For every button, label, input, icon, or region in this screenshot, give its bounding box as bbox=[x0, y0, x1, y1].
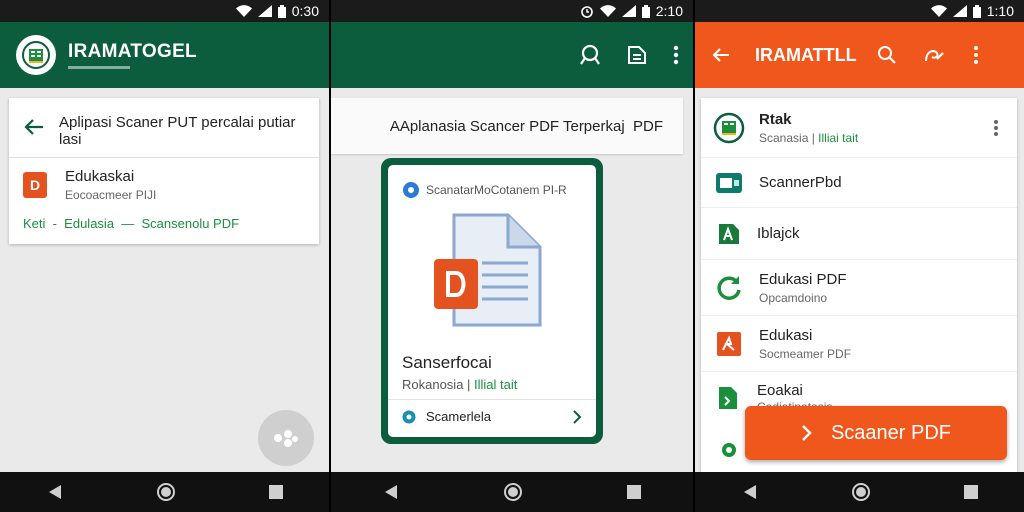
settings-gear-icon bbox=[722, 443, 736, 457]
screen-3: 1:10 IRAMATTLL Rtak Scanasia | Illiai ta… bbox=[695, 0, 1024, 512]
search-result-bar[interactable]: AAplanasia Scancer PDF Terperkaj PDF bbox=[331, 98, 683, 154]
signal-icon bbox=[621, 5, 636, 17]
chevron-right-icon bbox=[573, 409, 582, 424]
sheet-icon bbox=[719, 223, 739, 244]
list-item[interactable]: Rtak Scanasia | Illiai tait bbox=[701, 98, 1017, 158]
wifi-icon bbox=[930, 5, 947, 17]
document-icon[interactable] bbox=[627, 45, 647, 65]
scanner-pdf-button[interactable]: Scaaner PDF bbox=[745, 406, 1007, 460]
book-logo-icon bbox=[713, 112, 745, 143]
status-time: 0:30 bbox=[291, 3, 319, 19]
status-time: 2:10 bbox=[655, 3, 683, 19]
screen-1: 0:30 IRAMATOGEL Aplipasi Scaner PUT perc… bbox=[0, 0, 329, 512]
refresh-icon bbox=[717, 275, 741, 300]
list-item[interactable]: ScannerPbd bbox=[701, 158, 1017, 208]
doc-action-label: Scamerlela bbox=[426, 409, 492, 424]
signal-icon bbox=[257, 5, 272, 17]
tag-row[interactable]: Keti - Edulasia — Scansenolu PDF bbox=[9, 212, 319, 235]
app-bar: IRAMATOGEL bbox=[0, 22, 329, 88]
item-title: Edukaskai bbox=[65, 168, 135, 185]
inner-header: ScanatarMoCotanem PI-R bbox=[426, 183, 567, 197]
scan-action-icon bbox=[402, 410, 416, 423]
wifi-icon bbox=[235, 5, 252, 17]
home-nav-icon[interactable] bbox=[503, 482, 523, 502]
book-logo-icon bbox=[22, 41, 50, 69]
edit-icon[interactable] bbox=[923, 45, 945, 65]
item-subtitle-tag: Illiai tait bbox=[818, 130, 859, 145]
search-icon[interactable] bbox=[877, 45, 897, 65]
card-title: Aplipasi Scaner PUT percalai putiar lasi bbox=[59, 114, 296, 148]
signal-icon bbox=[952, 5, 967, 17]
document-preview-frame[interactable]: ScanatarMoCotanem PI-R Sanserfocai Rokan… bbox=[381, 158, 603, 444]
status-bar: 2:10 bbox=[331, 0, 693, 22]
battery-icon bbox=[641, 4, 650, 18]
status-bar: 0:30 bbox=[0, 0, 329, 22]
battery-icon bbox=[277, 4, 286, 18]
back-nav-icon[interactable] bbox=[742, 484, 758, 500]
doc-title: Sanserfocai bbox=[402, 353, 492, 372]
list-item[interactable]: Iblajck bbox=[701, 208, 1017, 260]
scanner-icon bbox=[716, 172, 742, 193]
floating-action-button[interactable] bbox=[258, 410, 314, 466]
status-bar: 1:10 bbox=[695, 0, 1024, 22]
back-arrow-icon[interactable] bbox=[23, 116, 45, 138]
app-bar: IRAMATTLL bbox=[695, 22, 1024, 88]
app-title: IRAMATOGEL bbox=[68, 41, 197, 62]
share-icon bbox=[274, 430, 298, 447]
app-logo bbox=[16, 35, 56, 75]
list-item[interactable]: Edukasi Socmeamer PDF bbox=[701, 316, 1017, 372]
item-subtitle: Opcamdoino bbox=[759, 290, 828, 305]
scanner-badge-icon bbox=[403, 182, 419, 198]
result-card: Aplipasi Scaner PUT percalai putiar lasi… bbox=[9, 98, 319, 244]
item-subtitle: Socmeamer PDF bbox=[759, 346, 852, 361]
item-overflow-icon[interactable] bbox=[993, 119, 999, 137]
nav-bar bbox=[0, 472, 329, 512]
item-title: Iblajck bbox=[757, 225, 800, 242]
back-arrow-icon[interactable] bbox=[711, 45, 731, 65]
screen-2: 2:10 AAplanasia Scancer PDF Terperkaj PD… bbox=[331, 0, 693, 512]
back-nav-icon[interactable] bbox=[383, 484, 399, 500]
home-nav-icon[interactable] bbox=[851, 482, 871, 502]
item-title: Edukasi bbox=[759, 326, 813, 344]
list-item[interactable]: Edukasi PDF Opcamdoino bbox=[701, 260, 1017, 316]
nav-bar bbox=[331, 472, 693, 512]
alarm-icon bbox=[580, 6, 593, 18]
chevron-right-icon bbox=[802, 425, 812, 441]
search-result-label: AAplanasia Scancer PDF Terperkaj PDF bbox=[389, 117, 663, 135]
home-nav-icon[interactable] bbox=[156, 482, 176, 502]
app-bar bbox=[331, 22, 693, 88]
status-time: 1:10 bbox=[986, 3, 1014, 19]
item-title: Eoakai bbox=[757, 382, 803, 399]
doc-subtitle-tag: Illial tait bbox=[474, 377, 518, 392]
item-title: Rtak bbox=[759, 110, 792, 128]
scanner-pdf-button-label: Scaaner PDF bbox=[830, 421, 952, 444]
pdf-file-icon bbox=[717, 331, 741, 356]
overflow-menu-icon[interactable] bbox=[973, 45, 979, 65]
recents-nav-icon[interactable] bbox=[268, 485, 283, 499]
back-nav-icon[interactable] bbox=[47, 484, 63, 500]
wifi-icon bbox=[599, 5, 616, 17]
battery-icon bbox=[972, 4, 981, 18]
pdf-file-icon: D bbox=[23, 172, 47, 198]
item-title: ScannerPbd bbox=[759, 174, 842, 191]
app-subtitle-bar bbox=[68, 66, 130, 69]
app-title: IRAMATTLL bbox=[755, 44, 857, 65]
item-title: Edukasi PDF bbox=[759, 270, 847, 288]
doc-subtitle-prefix: Rokanosia | bbox=[402, 377, 475, 392]
item-subtitle: Eocoacmeer PIJI bbox=[65, 188, 157, 202]
nav-bar bbox=[695, 472, 1024, 512]
pdf-document-icon bbox=[434, 213, 542, 327]
item-subtitle-prefix: Scanasia | bbox=[759, 130, 819, 145]
green-doc-icon bbox=[719, 387, 737, 409]
doc-action-row[interactable]: Scamerlela bbox=[402, 409, 582, 424]
recents-nav-icon[interactable] bbox=[963, 485, 978, 499]
recents-nav-icon[interactable] bbox=[627, 485, 641, 499]
overflow-menu-icon[interactable] bbox=[673, 45, 679, 65]
search-icon[interactable] bbox=[579, 44, 601, 66]
list-item[interactable]: D Edukaskai Eocoacmeer PIJI bbox=[9, 158, 319, 212]
